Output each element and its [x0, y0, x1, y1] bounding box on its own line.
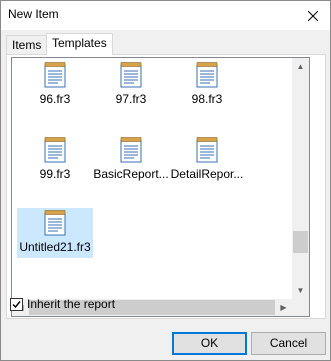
tab-items-label: Items: [12, 38, 42, 52]
cancel-button[interactable]: Cancel: [251, 332, 326, 355]
vertical-scroll-thumb[interactable]: [293, 231, 308, 253]
report-file-icon: [120, 137, 142, 163]
list-item-label: 96.fr3: [39, 92, 71, 106]
report-file-icon: [196, 62, 218, 88]
list-item-label: DetailRepor...: [170, 167, 244, 181]
ok-button[interactable]: OK: [172, 332, 247, 355]
list-item[interactable]: DetailRepor...: [169, 135, 245, 185]
templates-panel: 96.fr3 97.fr3 98.fr3 99.fr3 BasicReport.…: [6, 54, 326, 319]
list-item[interactable]: 96.fr3: [17, 60, 93, 110]
scroll-up-icon[interactable]: ▲: [292, 58, 309, 75]
tab-templates[interactable]: Templates: [46, 33, 113, 55]
scroll-right-icon[interactable]: ▶: [275, 299, 292, 316]
scrollbar-corner: [292, 299, 309, 316]
template-list[interactable]: 96.fr3 97.fr3 98.fr3 99.fr3 BasicReport.…: [11, 57, 310, 317]
title-bar: New Item: [1, 1, 330, 30]
window-title: New Item: [8, 7, 59, 21]
inherit-report-checkbox[interactable]: [10, 297, 23, 311]
scroll-down-icon[interactable]: ▼: [292, 282, 309, 299]
list-item-label: 99.fr3: [39, 167, 71, 181]
close-icon: [308, 10, 318, 21]
list-item-label: BasicReport...: [93, 167, 169, 181]
close-button[interactable]: [296, 1, 330, 30]
list-item-label: Untitled21.fr3: [19, 240, 91, 254]
list-item[interactable]: 99.fr3: [17, 135, 93, 185]
report-file-icon: [196, 137, 218, 163]
tab-templates-label: Templates: [52, 36, 107, 50]
list-item[interactable]: 97.fr3: [93, 60, 169, 110]
new-item-dialog: New Item Items Templates 96.fr3 97.fr3 9…: [0, 0, 331, 361]
report-file-icon: [44, 137, 66, 163]
report-file-icon: [44, 62, 66, 88]
checkmark-icon: [12, 300, 21, 308]
inherit-report-label: Inherit the report: [27, 297, 116, 311]
report-file-icon: [120, 62, 142, 88]
vertical-scrollbar[interactable]: ▲ ▼: [292, 58, 309, 299]
list-item[interactable]: BasicReport...: [93, 135, 169, 185]
list-item-label: 98.fr3: [191, 92, 223, 106]
inherit-report-option[interactable]: Inherit the report: [10, 297, 115, 311]
tab-items[interactable]: Items: [6, 35, 48, 54]
list-item-selected[interactable]: Untitled21.fr3: [17, 208, 93, 258]
report-file-icon: [44, 210, 66, 236]
list-item[interactable]: 98.fr3: [169, 60, 245, 110]
list-item-label: 97.fr3: [115, 92, 147, 106]
